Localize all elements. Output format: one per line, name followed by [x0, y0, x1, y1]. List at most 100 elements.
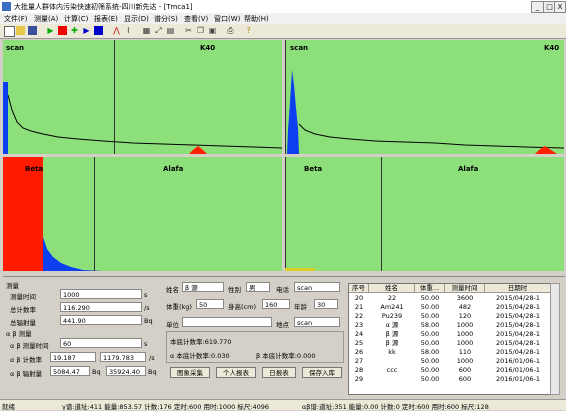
name-label: 姓名: [166, 286, 179, 294]
table-cell: 21: [354, 303, 364, 311]
save-db-button[interactable]: 保存入库: [302, 367, 342, 378]
table-cell: 50.00: [420, 303, 440, 311]
close-button[interactable]: X: [554, 1, 566, 13]
table-cell: [369, 375, 415, 383]
menu-spectrum[interactable]: 谱分(S): [154, 14, 178, 24]
ab-baseline-marker: [285, 268, 315, 271]
ab-count-beta-field[interactable]: 1179.783: [100, 352, 146, 362]
paste-icon[interactable]: ▣: [208, 26, 217, 35]
phone-field[interactable]: scan: [294, 282, 340, 292]
spectrum-icon[interactable]: ⌇: [124, 26, 133, 35]
table-cell: 2015/04/28-1: [496, 312, 540, 320]
zoom-icon[interactable]: ⤢: [154, 26, 163, 35]
print-icon[interactable]: ⎙: [226, 26, 235, 35]
copy-icon[interactable]: ❐: [196, 26, 205, 35]
table-cell: 2015/04/28-1: [496, 321, 540, 329]
table-cell: 600: [458, 375, 472, 383]
new-icon[interactable]: [4, 26, 15, 37]
table-cell: 25: [354, 339, 364, 347]
personal-report-button[interactable]: 个人报表: [216, 367, 256, 378]
height-field[interactable]: 160: [262, 299, 290, 309]
ab-rad-alpha-field[interactable]: 5084.47: [50, 366, 90, 376]
measure-time-field[interactable]: 1000: [60, 289, 142, 299]
ab-spectrum-right[interactable]: Beta Alafa: [285, 157, 564, 271]
weight-field[interactable]: 50: [196, 299, 224, 309]
menu-file[interactable]: 文件(F): [4, 14, 28, 24]
ab-spectrum-left[interactable]: Beta Alafa: [3, 157, 282, 271]
total-rad-unit: Bq: [144, 317, 153, 325]
spectrum-curve: [7, 94, 282, 154]
table-cell: 120: [458, 312, 472, 320]
spectrum-curve-right: [287, 70, 564, 154]
play-icon[interactable]: ▶: [82, 26, 91, 35]
table-scrollbar[interactable]: [550, 283, 560, 395]
measure-time-label: 测量时间: [10, 293, 36, 301]
menu-help[interactable]: 帮助(H): [244, 14, 269, 24]
menu-window[interactable]: 窗口(W): [214, 14, 240, 24]
sex-label: 性别: [228, 286, 241, 294]
menu-view[interactable]: 查看(V): [184, 14, 208, 24]
stop-icon[interactable]: [58, 26, 67, 35]
name-field[interactable]: β 源: [182, 282, 224, 292]
unit-field[interactable]: [182, 317, 272, 327]
ab-time-field[interactable]: 60: [60, 338, 142, 348]
table-cell: 50.00: [420, 375, 440, 383]
table-cell: 1000: [456, 330, 474, 338]
sex-select[interactable]: 男: [246, 282, 270, 292]
alafa-label: Alafa: [163, 165, 184, 173]
menu-measure[interactable]: 测量(A): [34, 14, 58, 24]
col-header-no[interactable]: 序号: [349, 284, 369, 293]
beta-bg-rate: β 本底计数率:0.000: [256, 352, 316, 360]
age-field[interactable]: 30: [314, 299, 338, 309]
table-cell: 482: [458, 303, 472, 311]
col-header-time[interactable]: 测量时间: [445, 284, 485, 293]
ab-count-label: α β 计数率: [10, 356, 43, 364]
ab-rad-beta-unit: Bq: [148, 368, 157, 376]
help-icon[interactable]: ?: [244, 26, 253, 35]
table-cell: 50.00: [420, 357, 440, 365]
ab-time-unit: s: [144, 340, 148, 348]
ab-time-label: α β 测量时间: [10, 342, 49, 350]
table-cell: β 源: [385, 339, 399, 347]
total-rad-field[interactable]: 441.90: [60, 315, 142, 325]
records-table[interactable]: 序号 姓名 体重... 测量时间 日期时 20 22 50.00 3600 20…: [348, 283, 552, 395]
gamma-spectrum-right[interactable]: scan K40: [285, 40, 564, 154]
table-cell: 22: [354, 312, 364, 320]
record-icon[interactable]: ✚: [70, 26, 79, 35]
col-header-name[interactable]: 姓名: [369, 284, 415, 293]
total-rate-field[interactable]: 116.290: [60, 302, 142, 312]
measure-group-label: 测量: [6, 282, 19, 290]
table-cell: 50.00: [420, 366, 440, 374]
save-icon[interactable]: [28, 26, 37, 35]
alafa-label-right: Alafa: [458, 165, 479, 173]
place-field[interactable]: scan: [294, 317, 340, 327]
peak-icon[interactable]: ⋀: [112, 26, 121, 35]
pause-icon[interactable]: [94, 26, 103, 35]
table-cell: 58.00: [420, 321, 440, 329]
ab-rad-alpha-unit: Bq: [92, 368, 101, 376]
menu-display[interactable]: 显示(D): [124, 14, 149, 24]
grid-icon[interactable]: ▤: [166, 26, 175, 35]
col-header-weight[interactable]: 体重...: [415, 284, 445, 293]
ab-rad-beta-field[interactable]: 35924.40: [106, 366, 146, 376]
open-icon[interactable]: [16, 26, 25, 35]
table-cell: 110: [458, 348, 472, 356]
measure-time-unit: s: [144, 291, 148, 299]
table-cell: 50.00: [420, 330, 440, 338]
menu-report[interactable]: 报表(E): [94, 14, 118, 24]
ab-count-alpha-field[interactable]: 19.187: [50, 352, 96, 362]
daily-report-button[interactable]: 日报表: [262, 367, 296, 378]
table-cell: α 源: [385, 321, 399, 329]
gamma-spectrum-left[interactable]: scan K40: [3, 40, 282, 154]
menu-calc[interactable]: 计算(C): [64, 14, 88, 24]
table-cell: 600: [458, 366, 472, 374]
total-rad-label: 总辐射量: [10, 319, 36, 327]
start-icon[interactable]: ▶: [46, 26, 55, 35]
chart-icon[interactable]: ▦: [142, 26, 151, 35]
weight-label: 体重(kg): [166, 303, 192, 311]
ab-cursor-line: [94, 157, 95, 271]
image-collect-button[interactable]: 图象采集: [170, 367, 210, 378]
cut-icon[interactable]: ✂: [184, 26, 193, 35]
col-header-date[interactable]: 日期时: [485, 284, 551, 293]
ab-cursor-line-right: [285, 157, 286, 271]
